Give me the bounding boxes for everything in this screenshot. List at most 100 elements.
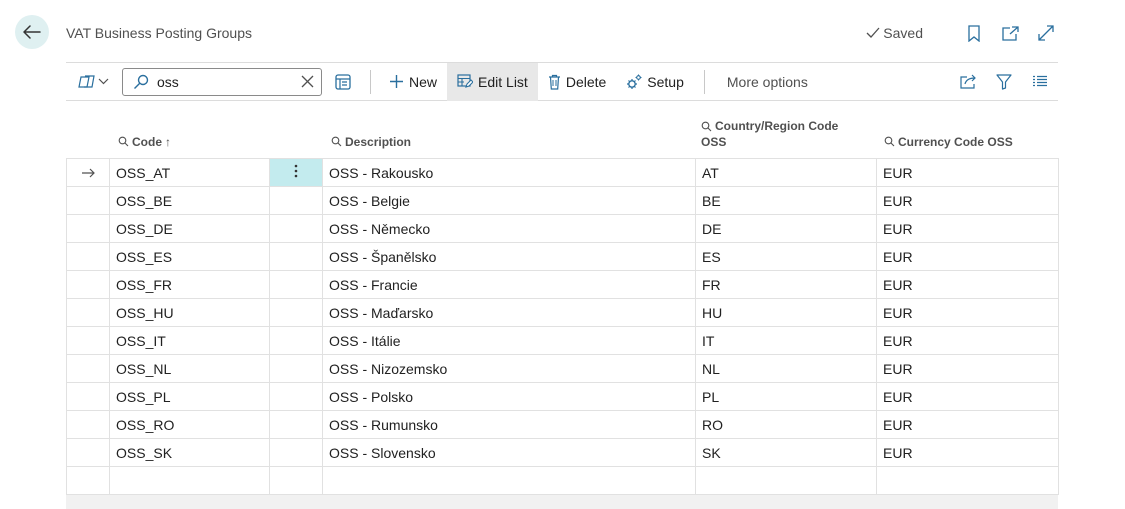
row-pointer-cell[interactable] [66,354,110,383]
row-pointer-cell[interactable] [66,382,110,411]
row-menu-cell[interactable] [269,438,323,467]
row-menu-cell[interactable] [269,354,323,383]
table-row[interactable]: OSS_BE OSS - Belgie BE EUR [66,186,1059,215]
row-menu-cell[interactable] [269,382,323,411]
row-menu-cell[interactable] [269,186,323,215]
description-cell[interactable] [322,466,696,495]
description-cell[interactable]: OSS - Německo [322,214,696,243]
code-cell[interactable]: OSS_SK [109,438,270,467]
currency-cell[interactable]: EUR [876,410,1059,439]
row-menu-cell[interactable] [269,214,323,243]
table-row[interactable]: OSS_IT OSS - Itálie IT EUR [66,326,1059,355]
description-cell[interactable]: OSS - Belgie [322,186,696,215]
clear-search-button[interactable] [299,74,315,90]
currency-cell[interactable]: EUR [876,270,1059,299]
code-cell[interactable]: OSS_IT [109,326,270,355]
empty-new-row[interactable] [66,466,1059,495]
code-cell[interactable]: OSS_HU [109,298,270,327]
row-pointer-cell[interactable] [66,410,110,439]
table-row[interactable]: OSS_NL OSS - Nizozemsko NL EUR [66,354,1059,383]
code-cell[interactable]: OSS_ES [109,242,270,271]
description-cell[interactable]: OSS - Španělsko [322,242,696,271]
country-region-cell[interactable]: RO [695,410,877,439]
more-options-button[interactable]: More options [705,74,822,90]
column-header-code[interactable]: Code ↑ [118,134,171,150]
country-region-cell[interactable]: NL [695,354,877,383]
row-pointer-cell[interactable] [66,438,110,467]
currency-cell[interactable]: EUR [876,214,1059,243]
new-button[interactable]: New [379,63,447,101]
code-cell[interactable]: OSS_FR [109,270,270,299]
row-pointer-cell[interactable] [66,214,110,243]
column-header-currency-code[interactable]: Currency Code OSS [884,134,1013,150]
row-pointer-cell[interactable] [66,270,110,299]
list-layout-button[interactable] [1028,70,1052,94]
country-region-cell[interactable]: DE [695,214,877,243]
code-cell[interactable]: OSS_PL [109,382,270,411]
description-cell[interactable]: OSS - Polsko [322,382,696,411]
country-region-cell[interactable]: IT [695,326,877,355]
row-menu-cell[interactable] [269,270,323,299]
code-cell[interactable]: OSS_NL [109,354,270,383]
country-region-cell[interactable]: PL [695,382,877,411]
currency-cell[interactable] [876,466,1059,495]
row-pointer-cell[interactable] [66,298,110,327]
row-menu-cell[interactable] [269,410,323,439]
currency-cell[interactable]: EUR [876,382,1059,411]
open-new-window-button[interactable] [999,22,1021,44]
share-button[interactable] [956,70,980,94]
row-menu-cell[interactable] [269,158,323,187]
row-pointer-cell[interactable] [66,186,110,215]
table-row[interactable]: OSS_DE OSS - Německo DE EUR [66,214,1059,243]
code-cell[interactable] [109,466,270,495]
description-cell[interactable]: OSS - Rakousko [322,158,696,187]
table-row[interactable]: OSS_AT OSS - Rakousko AT EUR [66,158,1059,187]
description-cell[interactable]: OSS - Maďarsko [322,298,696,327]
country-region-cell[interactable]: AT [695,158,877,187]
bookmark-button[interactable] [963,22,985,44]
currency-cell[interactable]: EUR [876,242,1059,271]
row-pointer-cell[interactable] [66,466,110,495]
filter-button[interactable] [992,70,1016,94]
row-pointer-cell[interactable] [66,326,110,355]
country-region-cell[interactable]: HU [695,298,877,327]
description-cell[interactable]: OSS - Francie [322,270,696,299]
currency-cell[interactable]: EUR [876,158,1059,187]
edit-list-button[interactable]: Edit List [447,62,538,101]
row-menu-cell[interactable] [269,242,323,271]
expand-button[interactable] [1035,22,1057,44]
row-pointer-cell[interactable] [66,242,110,271]
description-cell[interactable]: OSS - Itálie [322,326,696,355]
country-region-cell[interactable]: FR [695,270,877,299]
code-cell[interactable]: OSS_RO [109,410,270,439]
currency-cell[interactable]: EUR [876,438,1059,467]
table-row[interactable]: OSS_PL OSS - Polsko PL EUR [66,382,1059,411]
table-row[interactable]: OSS_HU OSS - Maďarsko HU EUR [66,298,1059,327]
code-cell[interactable]: OSS_DE [109,214,270,243]
description-cell[interactable]: OSS - Slovensko [322,438,696,467]
country-region-cell[interactable]: SK [695,438,877,467]
country-region-cell[interactable] [695,466,877,495]
code-cell[interactable]: OSS_BE [109,186,270,215]
search-box[interactable] [122,67,322,96]
description-cell[interactable]: OSS - Nizozemsko [322,354,696,383]
description-cell[interactable]: OSS - Rumunsko [322,410,696,439]
views-dropdown[interactable] [78,69,114,95]
table-row[interactable]: OSS_FR OSS - Francie FR EUR [66,270,1059,299]
table-row[interactable]: OSS_SK OSS - Slovensko SK EUR [66,438,1059,467]
currency-cell[interactable]: EUR [876,298,1059,327]
delete-button[interactable]: Delete [538,63,616,101]
code-cell[interactable]: OSS_AT [109,158,270,187]
country-region-cell[interactable]: BE [695,186,877,215]
currency-cell[interactable]: EUR [876,186,1059,215]
table-row[interactable]: OSS_ES OSS - Španělsko ES EUR [66,242,1059,271]
back-button[interactable] [15,15,49,49]
currency-cell[interactable]: EUR [876,354,1059,383]
row-menu-cell[interactable] [269,298,323,327]
column-header-country-region[interactable]: Country/Region Code OSS [701,118,838,150]
setup-button[interactable]: Setup [616,63,694,101]
table-row[interactable]: OSS_RO OSS - Rumunsko RO EUR [66,410,1059,439]
row-menu-cell[interactable] [269,466,323,495]
list-view-toggle-button[interactable] [328,67,358,97]
currency-cell[interactable]: EUR [876,326,1059,355]
